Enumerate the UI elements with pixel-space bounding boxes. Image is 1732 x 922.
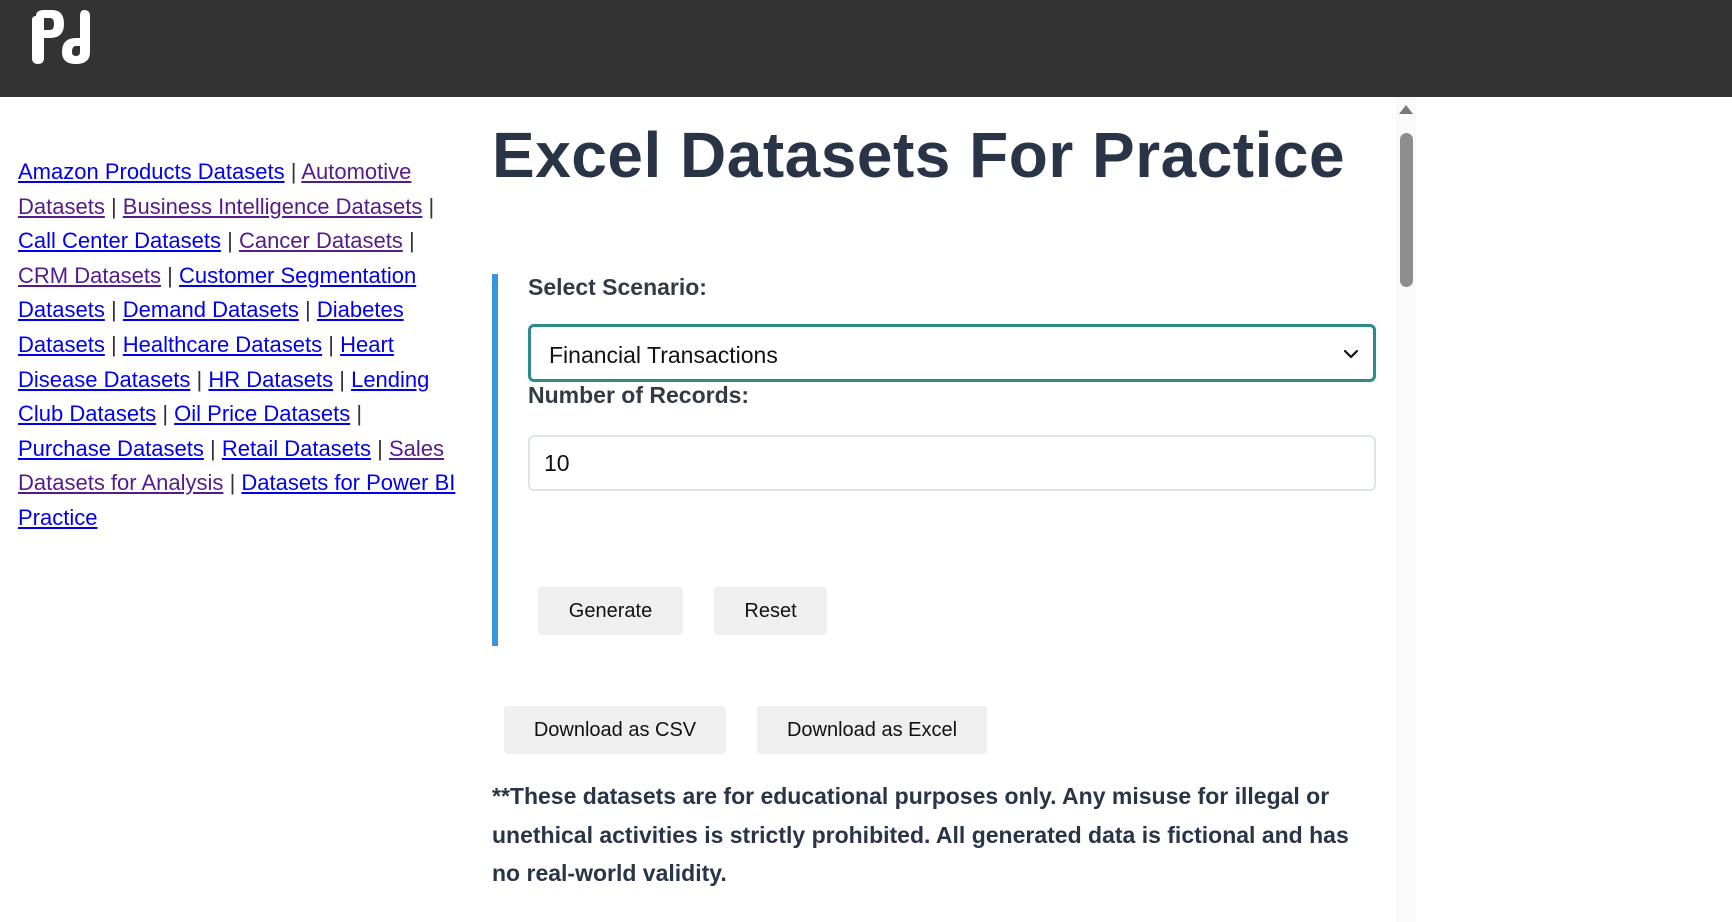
link-separator: | bbox=[167, 262, 173, 288]
page-title: Excel Datasets For Practice bbox=[492, 119, 1346, 191]
link-separator: | bbox=[196, 366, 203, 392]
link-separator: | bbox=[339, 366, 345, 392]
sidebar-link[interactable]: HR Datasets bbox=[208, 367, 333, 392]
scenario-form: Select Scenario: Financial Transactions … bbox=[492, 274, 1378, 646]
download-excel-button[interactable]: Download as Excel bbox=[757, 706, 987, 754]
download-csv-button[interactable]: Download as CSV bbox=[504, 706, 726, 754]
chevron-down-icon bbox=[1343, 349, 1359, 359]
link-separator: | bbox=[408, 228, 415, 254]
link-separator: | bbox=[162, 401, 169, 427]
scenario-selected-value: Financial Transactions bbox=[549, 342, 778, 368]
sidebar-link[interactable]: Purchase Datasets bbox=[18, 436, 204, 461]
pd-logo-icon[interactable]: Pd bbox=[26, 6, 110, 66]
link-separator: | bbox=[110, 297, 117, 323]
link-separator: | bbox=[227, 228, 233, 254]
sidebar-link[interactable]: Cancer Datasets bbox=[239, 228, 403, 253]
link-separator: | bbox=[229, 470, 236, 496]
sidebar-link[interactable]: Amazon Products Datasets bbox=[18, 159, 285, 184]
sidebar-link[interactable]: Healthcare Datasets bbox=[123, 332, 322, 357]
records-input[interactable]: 10 bbox=[528, 435, 1376, 491]
link-separator: | bbox=[110, 331, 117, 357]
sidebar-link[interactable]: CRM Datasets bbox=[18, 263, 161, 288]
scrollbar-thumb[interactable] bbox=[1400, 133, 1413, 287]
sidebar-link[interactable]: Oil Price Datasets bbox=[174, 401, 350, 426]
reset-button[interactable]: Reset bbox=[714, 587, 827, 635]
link-separator: | bbox=[290, 159, 297, 184]
dataset-links-sidebar: Amazon Products Datasets | Automotive Da… bbox=[18, 155, 458, 536]
scenario-select[interactable]: Financial Transactions bbox=[528, 324, 1376, 382]
link-separator: | bbox=[110, 193, 117, 219]
sidebar-link[interactable]: Call Center Datasets bbox=[18, 228, 221, 253]
scenario-label: Select Scenario: bbox=[528, 274, 707, 300]
link-separator: | bbox=[210, 435, 216, 461]
records-label: Number of Records: bbox=[528, 382, 750, 408]
link-separator: | bbox=[328, 331, 334, 357]
disclaimer-notice: **These datasets are for educational pur… bbox=[492, 783, 1349, 886]
sidebar-link[interactable]: Demand Datasets bbox=[123, 297, 299, 322]
link-separator: | bbox=[377, 435, 383, 461]
scroll-up-arrow-icon[interactable] bbox=[1398, 103, 1414, 115]
generate-button[interactable]: Generate bbox=[538, 587, 683, 635]
link-separator: | bbox=[305, 297, 311, 323]
sidebar-link[interactable]: Business Intelligence Datasets bbox=[123, 194, 423, 219]
sidebar-link[interactable]: Retail Datasets bbox=[222, 436, 371, 461]
link-separator: | bbox=[356, 401, 363, 427]
link-separator: | bbox=[428, 193, 435, 219]
top-header-bar: Pd bbox=[0, 0, 1732, 97]
